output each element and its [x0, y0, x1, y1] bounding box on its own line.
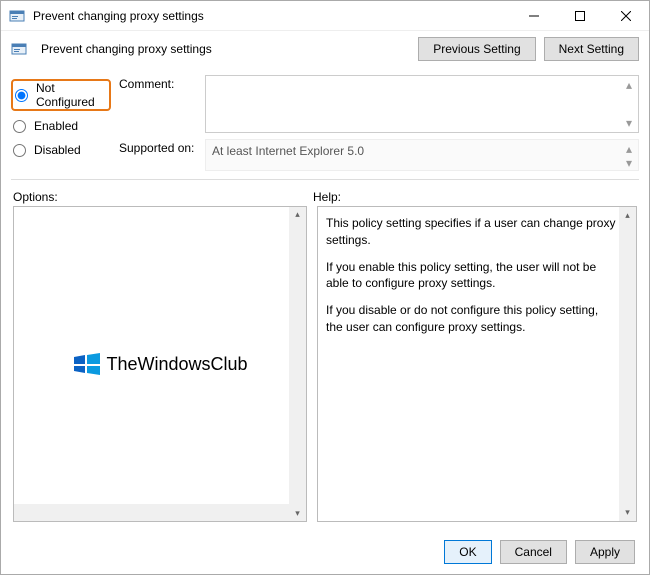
help-text-1: This policy setting specifies if a user …: [326, 215, 616, 249]
help-label: Help:: [313, 190, 637, 204]
section-labels: Options: Help:: [1, 180, 649, 206]
config-area: Not Configured Enabled Disabled Comment:…: [1, 71, 649, 175]
comment-label: Comment:: [119, 75, 199, 91]
radio-enabled[interactable]: Enabled: [11, 117, 111, 135]
help-text-3: If you disable or do not configure this …: [326, 302, 616, 336]
window-title: Prevent changing proxy settings: [33, 9, 511, 23]
supported-label: Supported on:: [119, 139, 199, 155]
cancel-button[interactable]: Cancel: [500, 540, 567, 564]
apply-button[interactable]: Apply: [575, 540, 635, 564]
footer: OK Cancel Apply: [1, 530, 649, 574]
policy-title: Prevent changing proxy settings: [41, 42, 212, 56]
state-radio-group: Not Configured Enabled Disabled: [11, 75, 111, 171]
supported-on-box: At least Internet Explorer 5.0 ▴▾: [205, 139, 639, 171]
radio-disabled[interactable]: Disabled: [11, 141, 111, 159]
policy-icon: [11, 41, 27, 57]
maximize-button[interactable]: [557, 1, 603, 31]
minimize-button[interactable]: [511, 1, 557, 31]
titlebar: Prevent changing proxy settings: [1, 1, 649, 31]
next-setting-button[interactable]: Next Setting: [544, 37, 639, 61]
help-v-scrollbar[interactable]: ▴▾: [619, 207, 636, 521]
radio-enabled-input[interactable]: [13, 120, 26, 133]
header: Prevent changing proxy settings Previous…: [1, 31, 649, 71]
comment-scrollbar[interactable]: ▴▾: [622, 78, 636, 130]
options-pane: TheWindowsClub ▴▾: [13, 206, 307, 522]
panes: TheWindowsClub ▴▾ This policy setting sp…: [1, 206, 649, 530]
window-controls: [511, 1, 649, 31]
policy-icon: [9, 8, 25, 24]
options-label: Options:: [13, 190, 313, 204]
radio-not-configured-input[interactable]: [15, 89, 28, 102]
options-h-scrollbar[interactable]: [14, 504, 289, 521]
comment-textarea[interactable]: ▴▾: [205, 75, 639, 133]
help-pane: This policy setting specifies if a user …: [317, 206, 637, 522]
close-button[interactable]: [603, 1, 649, 31]
previous-setting-button[interactable]: Previous Setting: [418, 37, 535, 61]
windows-flag-icon: [72, 353, 102, 375]
radio-not-configured[interactable]: Not Configured: [11, 79, 111, 111]
watermark: TheWindowsClub: [72, 353, 247, 375]
radio-disabled-input[interactable]: [13, 144, 26, 157]
policy-editor-window: Prevent changing proxy settings Prevent …: [0, 0, 650, 575]
help-text-2: If you enable this policy setting, the u…: [326, 259, 616, 293]
supported-scrollbar[interactable]: ▴▾: [622, 142, 636, 168]
watermark-text: TheWindowsClub: [106, 354, 247, 375]
options-v-scrollbar[interactable]: ▴▾: [289, 207, 306, 521]
ok-button[interactable]: OK: [444, 540, 491, 564]
